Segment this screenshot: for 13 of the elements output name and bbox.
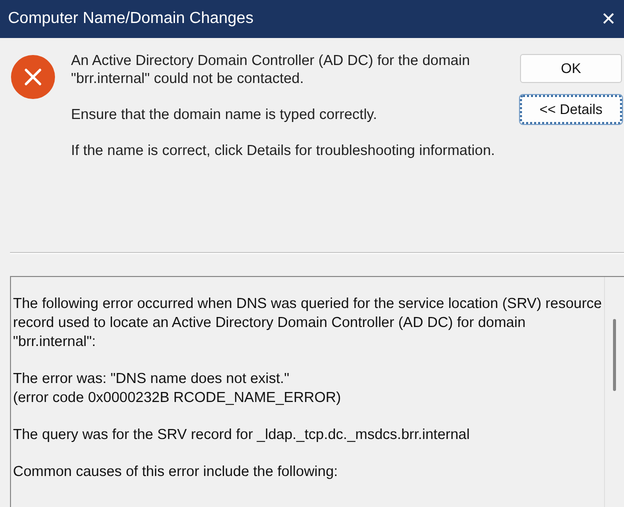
message-text: If the name is correct, click Details for troubleshooting information. [71, 142, 496, 160]
details-text: The error was: "DNS name does not exist." (error code 0x0000232B RCODE_NAME_ERROR) [13, 370, 342, 408]
details-text: The query was for the SRV record for _ldap._tcp.dc._msdcs.brr.internal [13, 426, 471, 445]
ok-button[interactable]: OK [520, 54, 622, 83]
details-text: The following error occurred when DNS was queried for the service location (SRV) resource record used to locate an Active Directory Domain Controller (AD DC) for domain "brr.internal": [13, 295, 603, 352]
error-icon [11, 55, 55, 99]
window-title: Computer Name/Domain Changes [8, 9, 254, 29]
scrollbar-thumb[interactable] [613, 319, 616, 391]
close-button[interactable]: ✕ [597, 6, 620, 32]
details-text: Common causes of this error include the following: [13, 463, 339, 482]
details-button[interactable]: << Details [520, 95, 622, 124]
message-text: An Active Directory Domain Controller (AD DC) for the domain "brr.internal" could not be contacted. [71, 52, 471, 88]
message-text: Ensure that the domain name is typed correctly. [71, 106, 378, 124]
